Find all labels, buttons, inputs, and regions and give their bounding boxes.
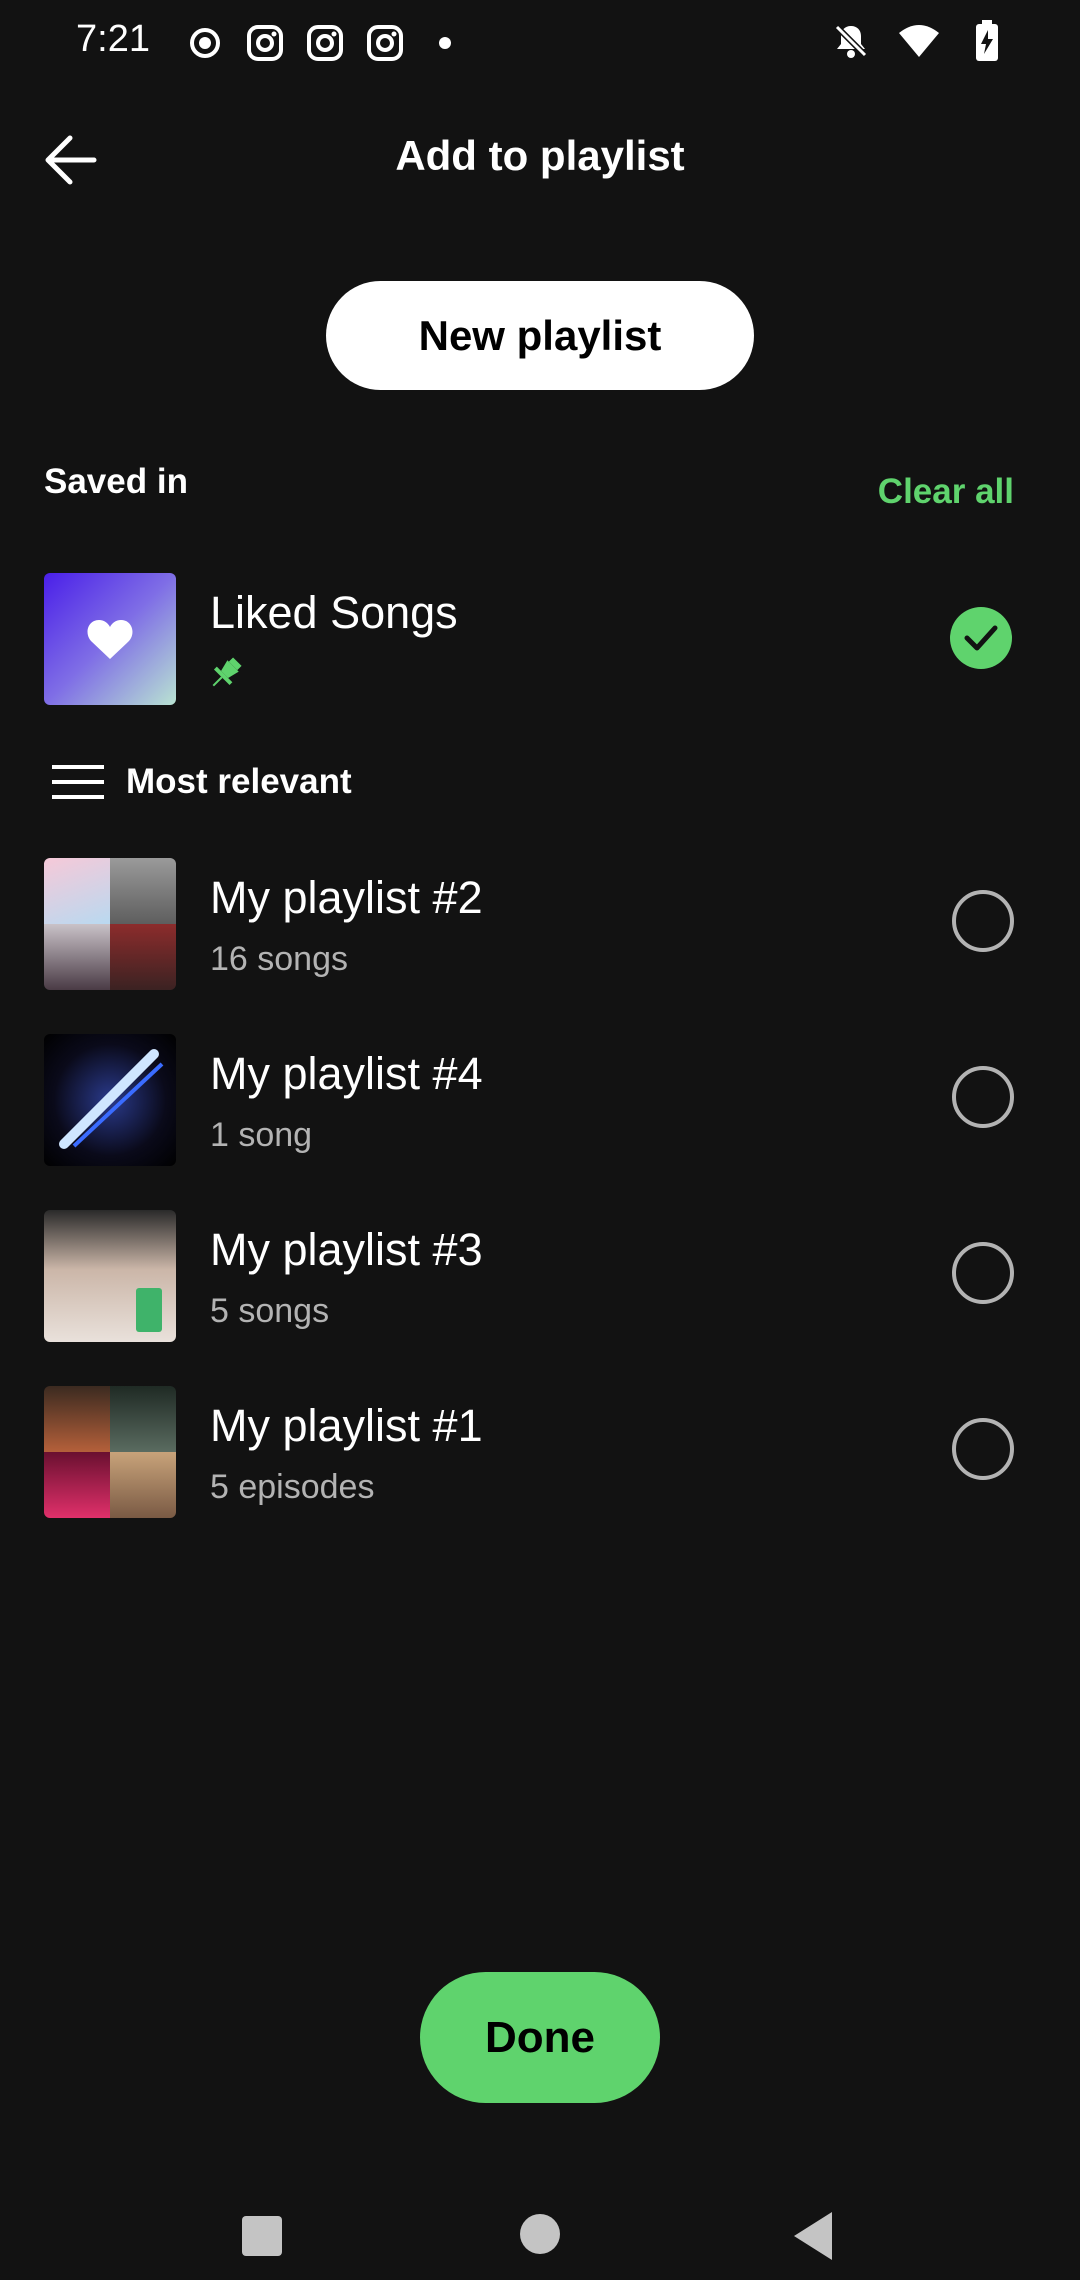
dot-icon — [424, 22, 466, 64]
liked-songs-artwork — [44, 573, 176, 705]
instagram-icon — [244, 22, 286, 64]
playlist-title: My playlist #3 — [210, 1224, 483, 1275]
battery-charging-icon — [966, 20, 1008, 62]
status-time: 7:21 — [76, 18, 150, 60]
list-sort-icon — [52, 765, 104, 799]
sort-button[interactable]: Most relevant — [52, 756, 352, 808]
instagram-icon — [364, 22, 406, 64]
list-item-playlist[interactable]: My playlist #3 5 songs — [0, 1210, 1080, 1342]
list-item-liked-songs[interactable]: Liked Songs — [0, 573, 1080, 705]
done-button[interactable]: Done — [420, 1972, 660, 2103]
record-icon — [184, 22, 226, 64]
status-bar: 7:21 — [0, 0, 1080, 88]
playlist-artwork — [44, 1034, 176, 1166]
list-item-playlist[interactable]: My playlist #2 16 songs — [0, 858, 1080, 990]
recents-button[interactable] — [242, 2216, 282, 2256]
clear-all-button[interactable]: Clear all — [878, 472, 1014, 512]
playlist-artwork — [44, 858, 176, 990]
playlist-title: My playlist #4 — [210, 1048, 483, 1099]
playlist-subtitle: 5 episodes — [210, 1468, 375, 1506]
add-to-playlist-screen: 7:21 Add to playlist New playlist Saved … — [0, 0, 1080, 2280]
instagram-icon — [304, 22, 346, 64]
select-radio[interactable] — [952, 1418, 1014, 1480]
select-radio[interactable] — [952, 1066, 1014, 1128]
playlist-subtitle: 5 songs — [210, 1292, 330, 1330]
heart-icon — [87, 620, 133, 659]
system-icons — [830, 20, 1008, 62]
home-button[interactable] — [520, 2214, 560, 2254]
wifi-icon — [898, 20, 940, 62]
list-item-playlist[interactable]: My playlist #1 5 episodes — [0, 1386, 1080, 1518]
liked-songs-title: Liked Songs — [210, 587, 458, 638]
system-nav-bar — [0, 2160, 1080, 2280]
saved-in-heading: Saved in — [44, 462, 188, 501]
sort-label: Most relevant — [126, 762, 352, 801]
playlist-title: My playlist #1 — [210, 1400, 483, 1451]
playlist-artwork — [44, 1210, 176, 1342]
back-nav-button[interactable] — [794, 2212, 832, 2260]
select-radio[interactable] — [952, 1242, 1014, 1304]
playlist-subtitle: 16 songs — [210, 940, 348, 978]
selected-check-icon[interactable] — [950, 607, 1012, 669]
playlist-artwork — [44, 1386, 176, 1518]
select-radio[interactable] — [952, 890, 1014, 952]
list-item-playlist[interactable]: My playlist #4 1 song — [0, 1034, 1080, 1166]
bell-off-icon — [830, 20, 872, 62]
notification-icons — [184, 22, 466, 64]
playlist-subtitle: 1 song — [210, 1116, 313, 1154]
page-title: Add to playlist — [395, 132, 685, 179]
pin-icon — [206, 653, 246, 698]
playlist-title: My playlist #2 — [210, 872, 483, 923]
new-playlist-button[interactable]: New playlist — [326, 281, 754, 390]
